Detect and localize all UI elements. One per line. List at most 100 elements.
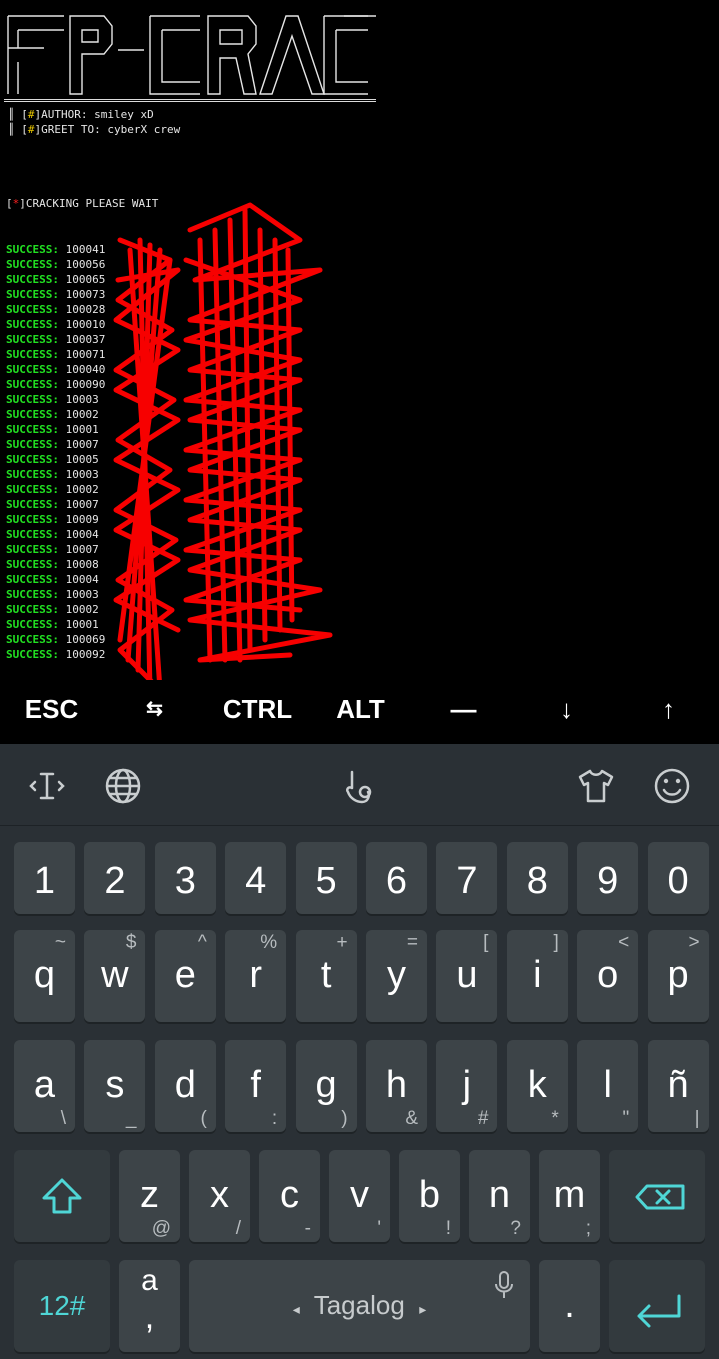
key-n[interactable]: n? <box>469 1150 530 1242</box>
key-r[interactable]: r% <box>225 930 287 1022</box>
space-key[interactable]: ◂ Tagalog ▸ <box>189 1260 530 1352</box>
key-p[interactable]: p > <box>647 930 709 1022</box>
key-j[interactable]: j # <box>436 1040 498 1132</box>
result-account-id: 10003 <box>65 588 99 601</box>
key-g-label: g <box>315 1064 337 1106</box>
result-row: SUCCESS: 100040 <box>6 362 426 377</box>
backspace-icon <box>635 1184 685 1210</box>
success-tag: SUCCESS: <box>6 348 59 361</box>
key-q[interactable]: q ~ <box>14 930 75 1022</box>
dash-key[interactable]: — <box>412 680 515 744</box>
key-y[interactable]: y = <box>366 930 427 1022</box>
key-1[interactable]: 1 <box>14 842 75 914</box>
key-h-alt-symbol: & <box>405 1108 418 1129</box>
key-8[interactable]: 8 <box>506 842 568 914</box>
result-account-id: 10003 <box>65 393 99 406</box>
result-account-id: 100073 <box>65 288 106 301</box>
result-row: SUCCESS: 10003 <box>6 587 426 602</box>
result-row: SUCCESS: 100065 <box>6 272 426 287</box>
result-row: SUCCESS: 100028 <box>6 302 426 317</box>
key-d-label: d <box>174 1064 196 1106</box>
key-u[interactable]: u[ <box>436 930 498 1022</box>
result-account-id: 10002 <box>65 408 99 421</box>
globe-icon[interactable] <box>103 766 143 806</box>
key-p-alt-symbol: > <box>688 932 700 953</box>
comma-key[interactable]: a , <box>119 1260 180 1352</box>
result-row: SUCCESS: 100071 <box>6 347 426 362</box>
key-q-alt-symbol: ~ <box>54 932 66 953</box>
result-account-id: 100069 <box>65 633 106 646</box>
key-k[interactable]: k * <box>506 1040 568 1132</box>
key-s[interactable]: s _ <box>84 1040 146 1132</box>
key-c[interactable]: c- <box>259 1150 320 1242</box>
key-d[interactable]: d( <box>154 1040 216 1132</box>
shift-arrow-icon <box>42 1178 82 1214</box>
key-v[interactable]: v ' <box>329 1150 390 1242</box>
result-account-id: 10001 <box>65 423 99 436</box>
down-arrow-key[interactable]: ↓ <box>515 680 618 744</box>
key-5[interactable]: 5 <box>295 842 357 914</box>
result-account-id: 10009 <box>65 513 99 526</box>
key-d-alt-symbol: ( <box>200 1108 207 1129</box>
cracking-status: [*]CRACKING PLEASE WAIT <box>6 197 159 210</box>
enter-key[interactable] <box>609 1260 705 1352</box>
key-b[interactable]: b! <box>399 1150 460 1242</box>
tab-key[interactable]: ⇆ <box>103 680 206 744</box>
key-i[interactable]: i] <box>506 930 568 1022</box>
key-0[interactable]: 0 <box>647 842 709 914</box>
comma-key-main: a <box>141 1264 158 1297</box>
key-t-alt-symbol: + <box>336 932 348 953</box>
up-arrow-key[interactable]: ↑ <box>618 680 719 744</box>
key-ñ-alt-symbol: | <box>694 1108 700 1129</box>
key-f[interactable]: f: <box>225 1040 287 1132</box>
key-w[interactable]: w $ <box>84 930 146 1022</box>
key-g-alt-symbol: ) <box>341 1108 348 1129</box>
result-account-id: 10004 <box>65 573 99 586</box>
key-u-alt-symbol: [ <box>483 932 489 953</box>
gesture-hand-icon[interactable] <box>340 766 380 806</box>
success-tag: SUCCESS: <box>6 588 59 601</box>
result-account-id: 100010 <box>65 318 106 331</box>
key-p-label: p <box>667 954 689 996</box>
key-o[interactable]: o < <box>577 930 639 1022</box>
alt-key[interactable]: ALT <box>309 680 412 744</box>
key-7[interactable]: 7 <box>436 842 498 914</box>
text-cursor-icon[interactable] <box>27 766 67 806</box>
key-2[interactable]: 2 <box>84 842 146 914</box>
key-y-label: y <box>387 954 406 996</box>
esc-key[interactable]: ESC <box>0 680 103 744</box>
key-m-label: m <box>553 1174 586 1216</box>
key-l[interactable]: l " <box>577 1040 639 1132</box>
shift-key[interactable] <box>14 1150 110 1242</box>
result-account-id: 100040 <box>65 363 106 376</box>
key-x[interactable]: x / <box>189 1150 250 1242</box>
success-tag: SUCCESS: <box>6 468 59 481</box>
key-a[interactable]: a \ <box>14 1040 75 1132</box>
backspace-key[interactable] <box>609 1150 705 1242</box>
key-t[interactable]: t + <box>295 930 357 1022</box>
key-0-label: 0 <box>667 860 689 902</box>
result-row: SUCCESS: 10002 <box>6 407 426 422</box>
key-h[interactable]: h & <box>366 1040 427 1132</box>
key-6[interactable]: 6 <box>366 842 427 914</box>
period-key[interactable]: . <box>539 1260 600 1352</box>
key-e[interactable]: e ^ <box>154 930 216 1022</box>
key-ñ[interactable]: ñ | <box>647 1040 709 1132</box>
success-tag: SUCCESS: <box>6 243 59 256</box>
emoji-icon[interactable] <box>652 766 692 806</box>
symbols-key[interactable]: 12# <box>14 1260 110 1352</box>
result-row: SUCCESS: 10005 <box>6 452 426 467</box>
greet-line: ║ [#]GREET TO: cyberX crew <box>8 123 181 136</box>
key-3[interactable]: 3 <box>154 842 216 914</box>
key-4[interactable]: 4 <box>225 842 287 914</box>
terminal-window[interactable]: ║ [#]AUTHOR: smiley xD ║ [#]GREET TO: cy… <box>0 0 719 680</box>
key-9[interactable]: 9 <box>577 842 639 914</box>
ctrl-key[interactable]: CTRL <box>206 680 309 744</box>
success-tag: SUCCESS: <box>6 438 59 451</box>
key-g[interactable]: g) <box>295 1040 357 1132</box>
key-f-label: f <box>250 1064 261 1106</box>
result-account-id: 10004 <box>65 528 99 541</box>
theme-shirt-icon[interactable] <box>576 766 616 806</box>
key-m[interactable]: m; <box>539 1150 600 1242</box>
key-z[interactable]: z @ <box>119 1150 180 1242</box>
